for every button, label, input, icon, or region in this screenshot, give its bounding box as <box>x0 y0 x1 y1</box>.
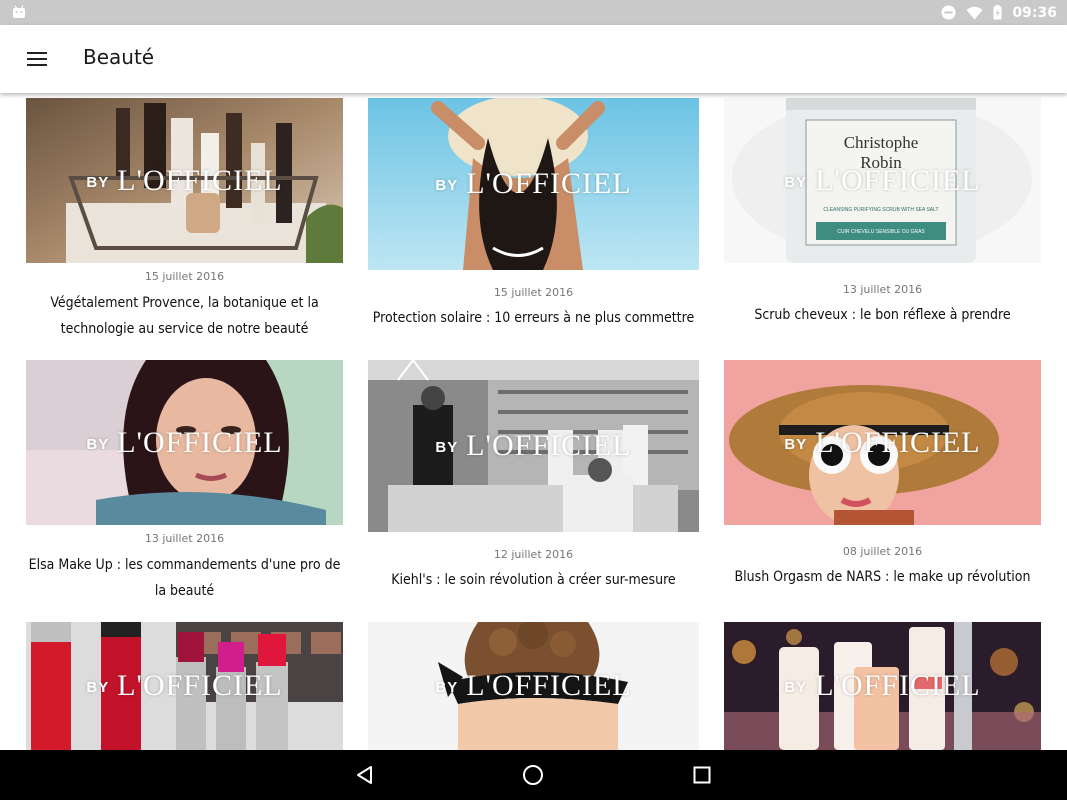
menu-button[interactable] <box>18 40 56 78</box>
article-title: Protection solaire : 10 erreurs à ne plu… <box>372 310 695 326</box>
article-date: 08 juillet 2016 <box>842 545 923 558</box>
lofficiel-logo: BY L'OFFICIEL <box>435 167 632 200</box>
article-card[interactable]: BY L'OFFICIEL <box>724 622 1041 750</box>
article-card[interactable]: BY L'OFFICIEL 15 juillet 2016 Végétalemen… <box>26 98 343 343</box>
lofficiel-logo: BY L'OFFICIEL <box>86 669 283 702</box>
article-card[interactable]: BY L'OFFICIEL 13 juillet 2016 Elsa Make U… <box>26 360 343 605</box>
article-title: Végétalement Provence, la botanique et l… <box>50 295 319 337</box>
article-grid: BY L'OFFICIEL 15 juillet 2016 Végétalemen… <box>0 93 1067 750</box>
article-thumbnail: BY L'OFFICIEL <box>724 360 1041 525</box>
article-title: Elsa Make Up : les commandements d'une p… <box>28 557 341 599</box>
app-bar: Beauté <box>0 25 1067 93</box>
article-card[interactable]: BY L'OFFICIEL <box>26 622 343 750</box>
hamburger-menu-icon <box>27 52 47 66</box>
android-icon <box>13 5 25 18</box>
article-date: 15 juillet 2016 <box>144 270 225 283</box>
dnd-icon <box>941 5 956 20</box>
jar-brand-label: Christophe <box>844 133 919 152</box>
svg-text:CLEANSING PURIFYING SCRUB WITH: CLEANSING PURIFYING SCRUB WITH SEA SALT <box>823 207 938 213</box>
article-date: 15 juillet 2016 <box>493 286 574 299</box>
article-card[interactable]: BY L'OFFICIEL 08 juillet 2016 Blush Orgas… <box>724 360 1041 605</box>
article-card[interactable]: BY L'OFFICIEL 15 juillet 2016 Protection … <box>368 98 699 343</box>
article-thumbnail: BY L'OFFICIEL <box>26 98 343 263</box>
article-date: 13 juillet 2016 <box>144 532 225 545</box>
lofficiel-logo: BY L'OFFICIEL <box>86 163 283 197</box>
navigation-bar <box>0 750 1067 800</box>
page-title: Beauté <box>83 45 155 69</box>
lofficiel-logo: BY L'OFFICIEL <box>784 669 981 702</box>
status-bar: 09:36 <box>0 0 1067 25</box>
lofficiel-logo: BY L'OFFICIEL <box>86 425 283 459</box>
lofficiel-logo: BY L'OFFICIEL <box>435 669 632 702</box>
battery-icon <box>993 5 1002 20</box>
article-card[interactable]: BY L'OFFICIEL <box>368 622 699 750</box>
article-thumbnail: BY L'OFFICIEL <box>26 360 343 525</box>
article-card[interactable]: BY L'OFFICIEL 12 juillet 2016 Kiehl's : l… <box>368 360 699 605</box>
article-thumbnail: BY L'OFFICIEL <box>368 98 699 270</box>
back-button[interactable] <box>352 762 378 788</box>
article-date: 12 juillet 2016 <box>493 548 574 561</box>
home-icon <box>523 765 543 785</box>
recents-button[interactable] <box>689 762 715 788</box>
article-date: 13 juillet 2016 <box>842 283 923 296</box>
lofficiel-logo: BY L'OFFICIEL <box>784 163 981 197</box>
article-thumbnail: BY L'OFFICIEL <box>724 622 1041 750</box>
article-card[interactable]: Christophe Robin CLEANSING PURIFYING SCR… <box>724 98 1041 343</box>
lofficiel-logo: BY L'OFFICIEL <box>435 429 632 462</box>
article-title: Blush Orgasm de NARS : le make up révolu… <box>734 569 1031 585</box>
back-icon <box>357 766 372 784</box>
home-button[interactable] <box>520 762 546 788</box>
article-thumbnail: BY L'OFFICIEL <box>26 622 343 750</box>
article-thumbnail: BY L'OFFICIEL <box>368 360 699 532</box>
article-thumbnail: Christophe Robin CLEANSING PURIFYING SCR… <box>724 98 1041 263</box>
svg-text:CUIR CHEVELU SENSIBLE OU GRAS: CUIR CHEVELU SENSIBLE OU GRAS <box>837 229 925 235</box>
status-time: 09:36 <box>1012 4 1057 21</box>
lofficiel-logo: BY L'OFFICIEL <box>784 425 981 459</box>
article-thumbnail: BY L'OFFICIEL <box>368 622 699 750</box>
wifi-icon <box>966 6 983 19</box>
article-title: Kiehl's : le soin révolution à créer sur… <box>391 572 676 588</box>
recents-icon <box>693 766 711 784</box>
article-title: Scrub cheveux : le bon réflexe à prendre <box>754 307 1011 323</box>
